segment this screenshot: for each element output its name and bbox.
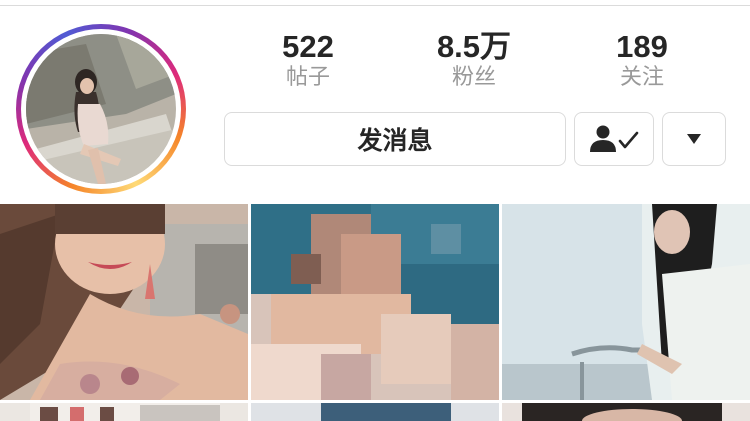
caret-down-icon xyxy=(687,134,701,144)
message-button[interactable]: 发消息 xyxy=(224,112,566,166)
stat-posts[interactable]: 522 帖子 xyxy=(238,30,378,92)
followers-label: 粉丝 xyxy=(451,65,496,90)
following-count: 189 xyxy=(616,29,668,64)
posts-count: 522 xyxy=(282,29,334,64)
post-thumbnail-2[interactable] xyxy=(251,204,499,400)
posts-label: 帖子 xyxy=(285,65,330,90)
post-thumbnail-6[interactable] xyxy=(502,403,750,421)
post-thumbnail-1[interactable] xyxy=(0,204,248,400)
post-thumbnail-5[interactable] xyxy=(251,403,499,421)
following-label: 关注 xyxy=(619,65,664,90)
avatar-photo xyxy=(26,34,176,184)
stat-followers[interactable]: 8.5万 粉丝 xyxy=(404,30,544,92)
followers-count: 8.5万 xyxy=(436,29,512,64)
message-button-label: 发消息 xyxy=(357,126,433,155)
suggested-dropdown-button[interactable] xyxy=(662,112,726,166)
posts-grid xyxy=(0,204,750,421)
stat-following[interactable]: 189 关注 xyxy=(572,30,712,92)
post-thumbnail-4[interactable] xyxy=(0,403,248,421)
following-toggle-button[interactable] xyxy=(574,112,654,166)
person-check-icon xyxy=(590,125,639,152)
profile-avatar[interactable] xyxy=(16,24,186,194)
post-thumbnail-3[interactable] xyxy=(502,204,750,400)
top-divider xyxy=(0,5,750,6)
